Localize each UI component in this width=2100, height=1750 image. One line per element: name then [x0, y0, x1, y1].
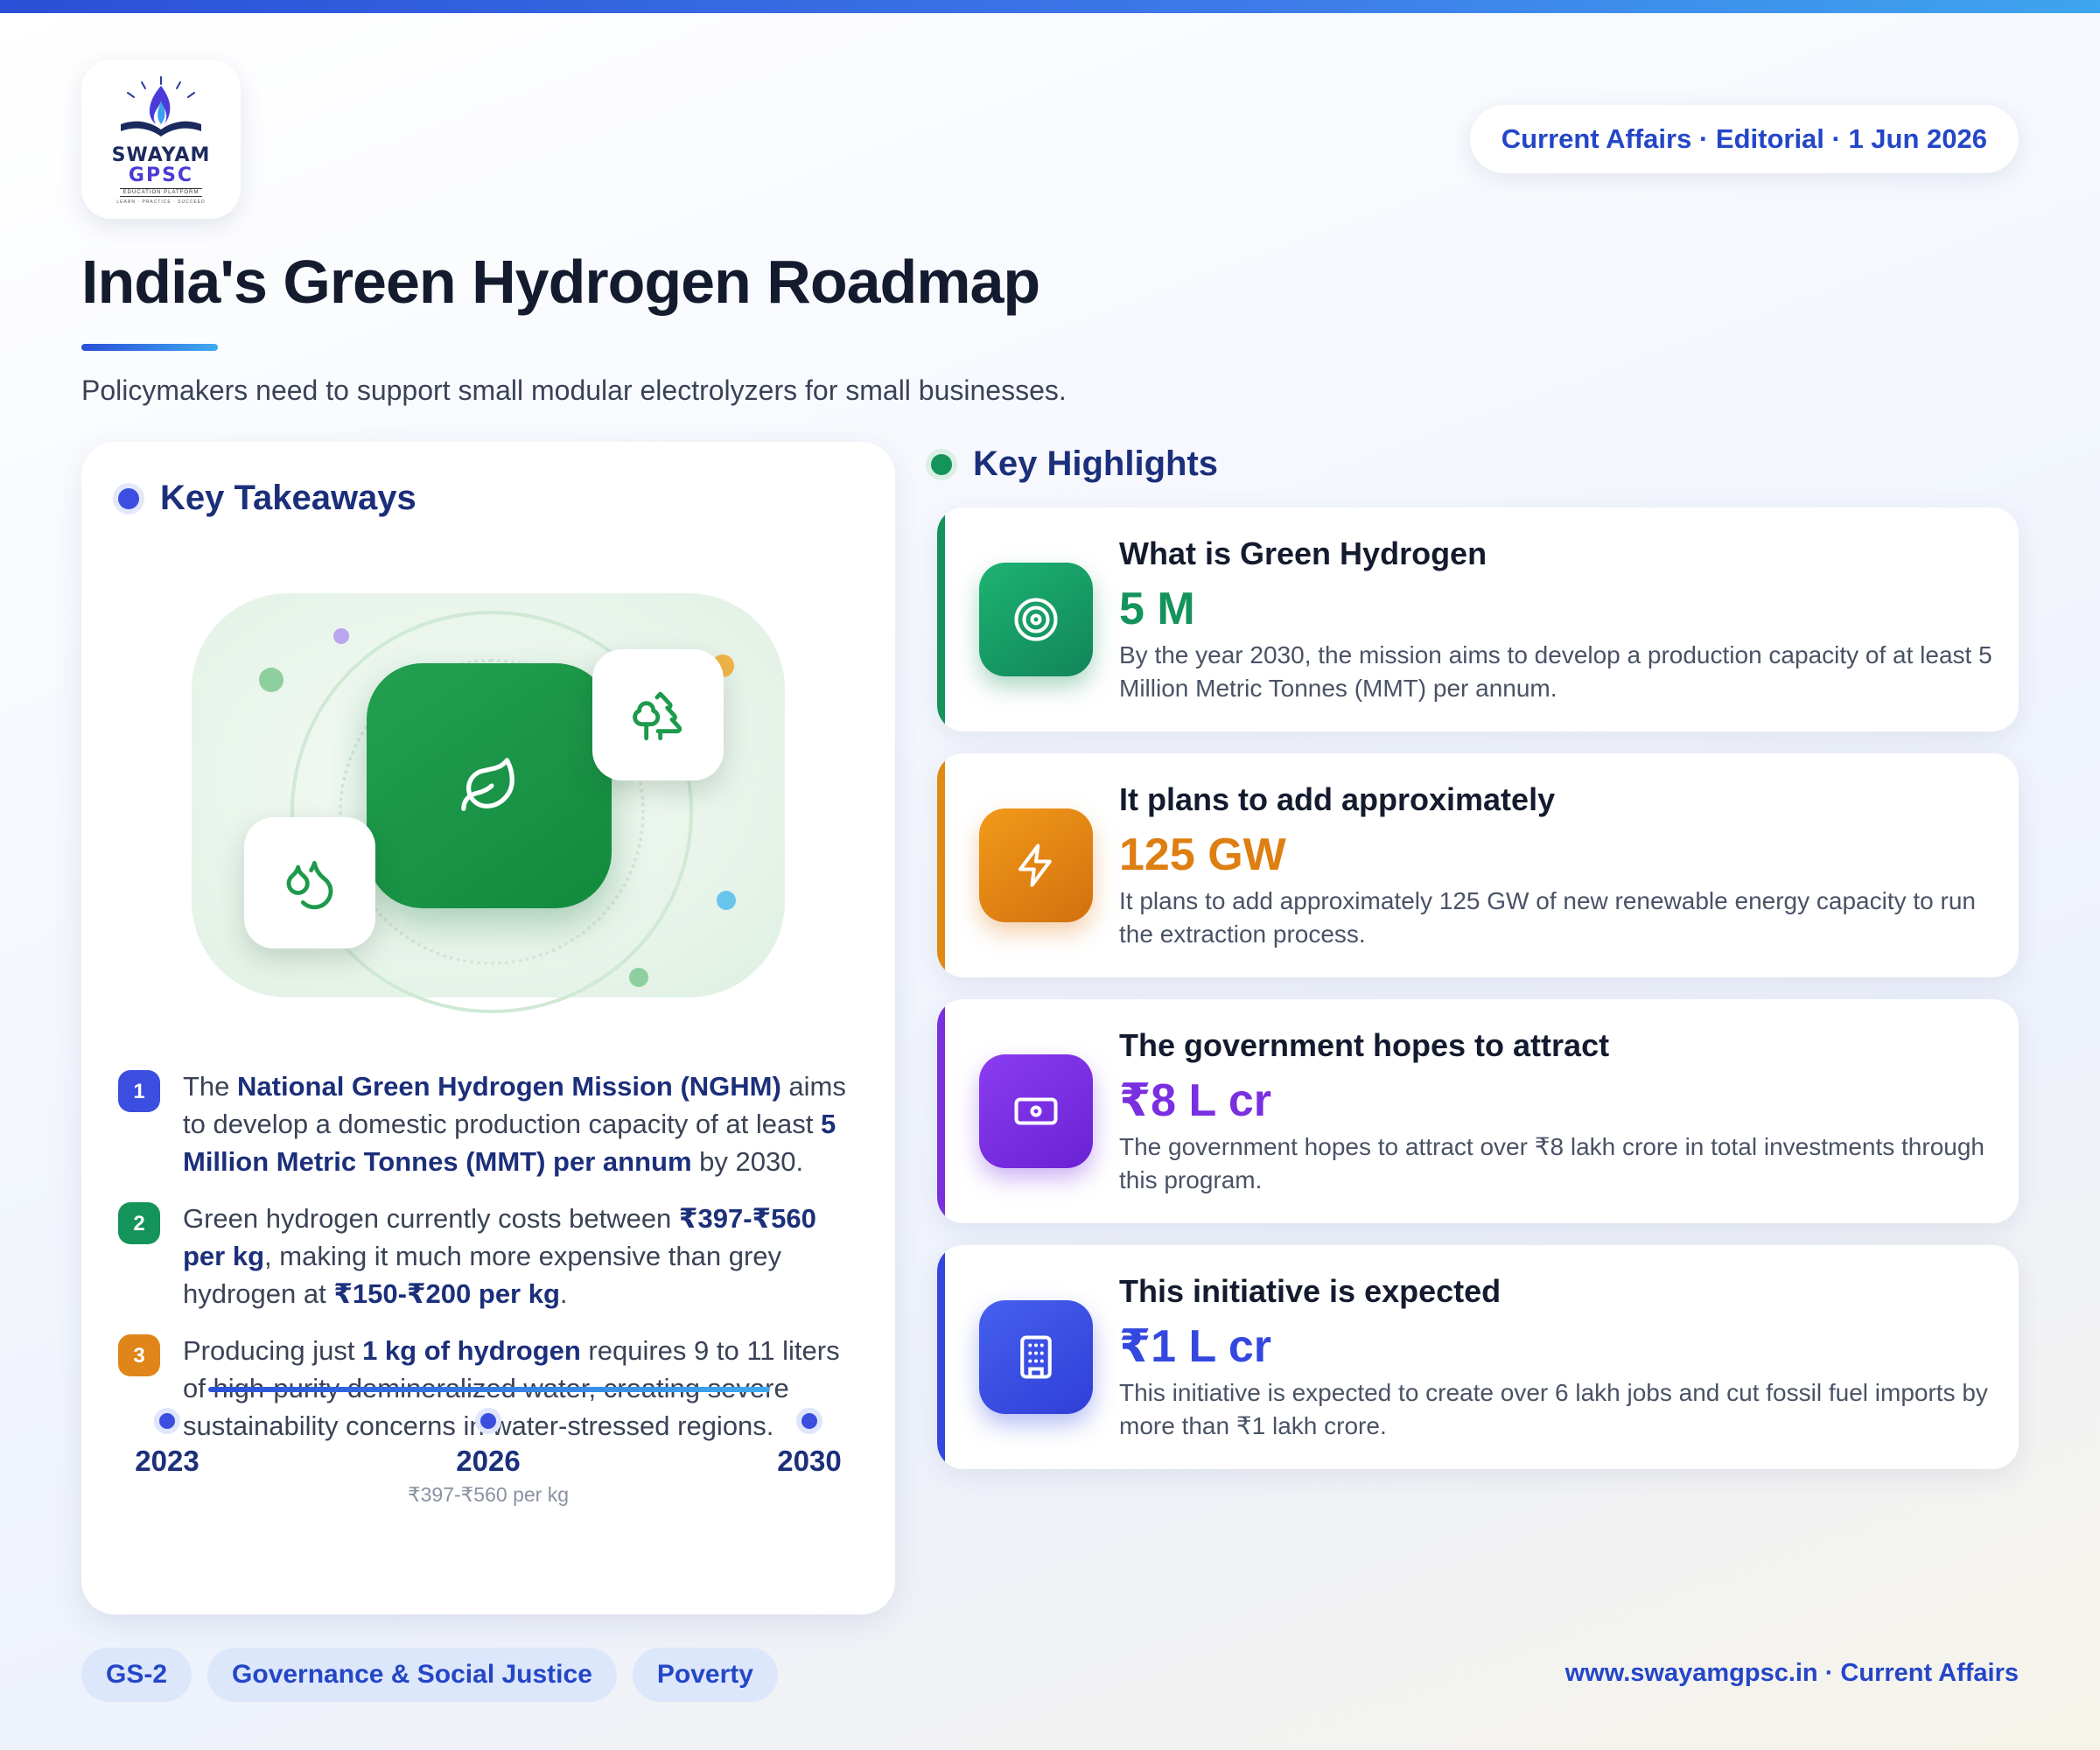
tag-poverty[interactable]: Poverty — [632, 1648, 778, 1702]
highlight-card: What is Green Hydrogen 5 M By the year 2… — [937, 508, 2019, 732]
takeaway-number-badge: 2 — [118, 1202, 160, 1244]
logo-text-platform: EDUCATION PLATFORM — [119, 188, 203, 197]
logo-text-swayam: SWAYAM — [111, 144, 211, 166]
highlight-title: What is Green Hydrogen — [1119, 536, 1488, 571]
key-takeaways-heading: Key Takeaways — [118, 479, 416, 518]
highlight-description: By the year 2030, the mission aims to de… — [1119, 641, 1992, 702]
water-drops-tile — [244, 817, 375, 948]
highlight-description: It plans to add approximately 125 GW of … — [1119, 887, 1976, 948]
meta-pill: Current Affairs · Editorial · 1 Jun 2026 — [1469, 105, 2019, 173]
timeline-point: 2026 ₹397-₹560 per kg — [392, 1408, 584, 1507]
brand-logo: SWAYAM GPSC EDUCATION PLATFORM LEARN · P… — [81, 60, 241, 219]
takeaway-number-badge: 1 — [118, 1070, 160, 1112]
building-icon — [1020, 1335, 1052, 1379]
logo-text-tagline: LEARN · PRACTICE · SUCCEED — [116, 200, 206, 205]
takeaway-item: 2 Green hydrogen currently costs between… — [118, 1200, 862, 1312]
timeline-dot-icon — [796, 1408, 822, 1434]
heading-dot-icon — [118, 487, 139, 509]
highlight-icon-tile — [979, 808, 1093, 922]
tag-governance[interactable]: Governance & Social Justice — [207, 1648, 617, 1702]
takeaway-item: 1 The National Green Hydrogen Mission (N… — [118, 1068, 862, 1180]
takeaway-text: Green hydrogen currently costs between — [183, 1203, 679, 1234]
highlight-accent — [937, 753, 945, 977]
target-icon — [1014, 598, 1058, 641]
timeline-dot-icon — [154, 1408, 180, 1434]
highlight-value: 5 M — [1119, 584, 1195, 634]
takeaway-bold: National Green Hydrogen Mission (NGHM) — [237, 1071, 781, 1102]
timeline-line — [208, 1387, 770, 1392]
timeline-year: 2023 — [135, 1445, 200, 1477]
highlight-card: The government hopes to attract ₹8 L cr … — [937, 999, 2019, 1223]
highlight-value: ₹1 L cr — [1119, 1321, 1271, 1372]
page-title: India's Green Hydrogen Roadmap — [81, 248, 1040, 316]
timeline-year: 2026 — [456, 1445, 521, 1477]
highlight-icon-tile — [979, 1054, 1093, 1168]
timeline-point: 2030 — [713, 1408, 906, 1478]
timeline-note: ₹397-₹560 per kg — [408, 1483, 569, 1506]
tag-gs2[interactable]: GS-2 — [81, 1648, 192, 1702]
highlight-description: This initiative is expected to create ov… — [1119, 1379, 1988, 1439]
highlight-value: ₹8 L cr — [1119, 1075, 1271, 1126]
timeline-point: 2023 — [71, 1408, 263, 1478]
heading-dot-icon — [931, 453, 952, 475]
takeaway-text: . — [559, 1278, 568, 1309]
highlight-title: It plans to add approximately — [1119, 781, 1556, 817]
highlight-title: The government hopes to attract — [1119, 1027, 1610, 1063]
leaf-tile — [367, 663, 612, 908]
timeline-year: 2030 — [777, 1445, 842, 1477]
illustration — [192, 593, 785, 1013]
trees-tile — [592, 649, 724, 780]
decor-dot — [629, 968, 648, 987]
title-underline — [81, 344, 218, 351]
highlight-icon-tile — [979, 1300, 1093, 1414]
decor-dot — [259, 668, 284, 692]
top-accent-bar — [0, 0, 2100, 13]
highlight-card: It plans to add approximately 125 GW It … — [937, 753, 2019, 977]
takeaway-text: Producing just — [183, 1335, 363, 1366]
logo-text-gpsc: GPSC — [128, 164, 194, 186]
footer-link[interactable]: www.swayamgpsc.in · Current Affairs — [1565, 1659, 2019, 1688]
takeaway-text: by 2030. — [691, 1146, 804, 1177]
key-highlights-heading-text: Key Highlights — [973, 444, 1219, 483]
highlight-icon-tile — [979, 563, 1093, 676]
key-takeaways-card: Key Takeaways 1 The National Green Hydro… — [81, 442, 895, 1614]
highlight-accent — [937, 508, 945, 732]
timeline: 2023 2026 ₹397-₹560 per kg 2030 — [81, 1387, 895, 1562]
trees-icon — [633, 691, 682, 741]
lightning-icon — [1018, 844, 1052, 887]
highlight-card: This initiative is expected ₹1 L cr This… — [937, 1245, 2019, 1469]
page-subtitle: Policymakers need to support small modul… — [81, 374, 1067, 406]
decor-dot — [333, 628, 349, 644]
logo-flame-book-icon — [121, 76, 201, 136]
water-drops-icon — [286, 860, 333, 910]
key-takeaways-heading-text: Key Takeaways — [160, 479, 416, 517]
takeaway-number-badge: 3 — [118, 1334, 160, 1376]
highlight-title: This initiative is expected — [1119, 1273, 1502, 1309]
takeaway-bold: ₹150-₹200 per kg — [333, 1278, 560, 1309]
timeline-dot-icon — [475, 1408, 501, 1434]
key-highlights-heading: Key Highlights — [931, 444, 1218, 484]
leaf-icon — [461, 758, 514, 811]
takeaway-bold: 1 kg of hydrogen — [362, 1335, 581, 1366]
decor-dot — [717, 891, 736, 910]
highlight-description: The government hopes to attract over ₹8 … — [1119, 1133, 1984, 1194]
highlight-accent — [937, 999, 945, 1223]
takeaway-text: The — [183, 1071, 238, 1102]
highlight-accent — [937, 1245, 945, 1469]
highlight-value: 125 GW — [1119, 830, 1286, 880]
tag-list: GS-2 Governance & Social Justice Poverty — [81, 1648, 794, 1702]
money-icon — [1014, 1097, 1058, 1125]
